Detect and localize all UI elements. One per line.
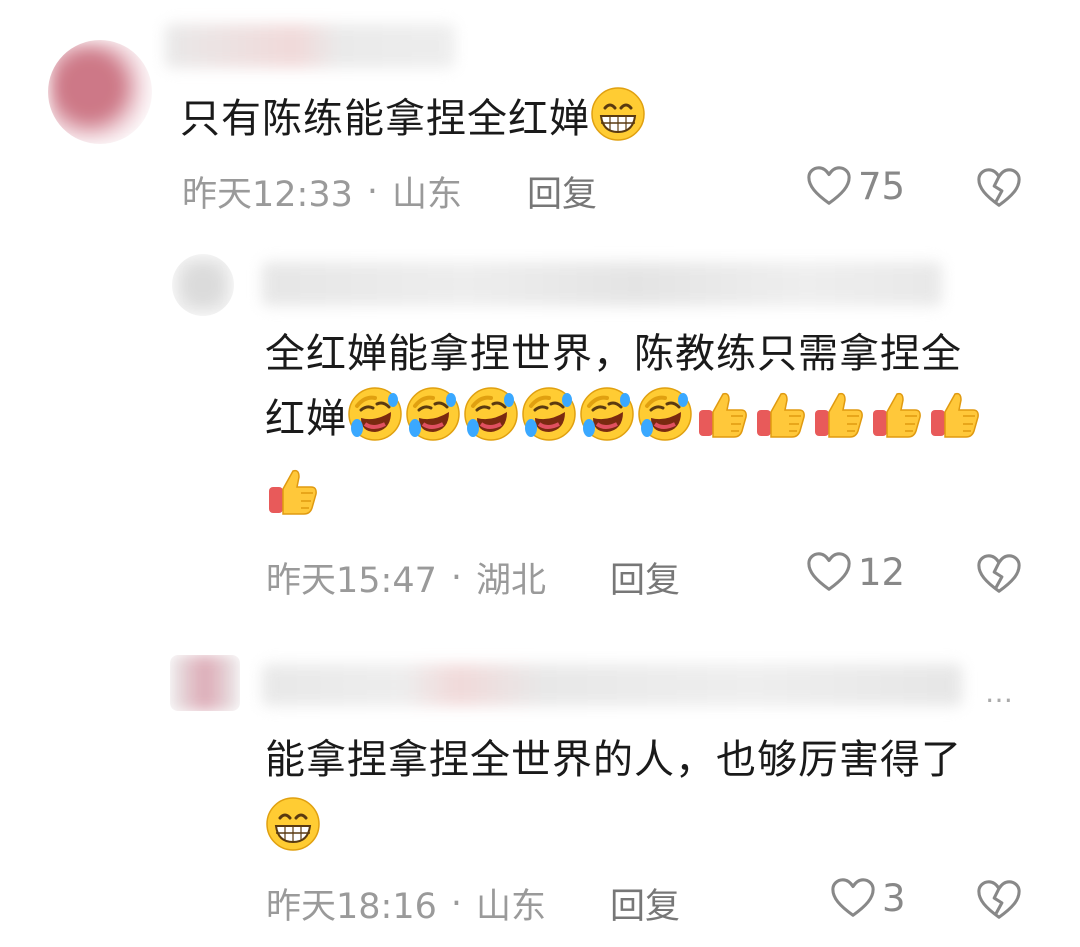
rofl-emoji: [347, 386, 403, 442]
username-blurred[interactable]: [262, 664, 962, 706]
header-ellipsis: …: [985, 676, 1013, 709]
comment-meta: 昨天15:47 · 湖北: [266, 552, 546, 603]
grin-emoji: [265, 796, 321, 852]
reply-button[interactable]: 回复: [610, 878, 680, 929]
rofl-emoji: [579, 386, 635, 442]
comment-text: 能拿捏拿捏全世界的人，也够厉害得了: [265, 728, 1055, 861]
reply-button[interactable]: 回复: [610, 552, 680, 603]
comment-text-line: [265, 463, 1045, 528]
broken-heart-icon: [976, 166, 1022, 210]
comment-text-line: 全红婵能拿捏世界，陈教练只需拿捏全: [265, 331, 962, 377]
reply-button[interactable]: 回复: [527, 166, 597, 217]
comment-text-line: [265, 796, 1055, 861]
thumbs-up-emoji: [811, 386, 867, 442]
comment-meta: 昨天18:16 · 山东: [266, 878, 546, 929]
heart-icon: [806, 550, 852, 594]
comment-text: 只有陈练能拿捏全红婵: [180, 86, 648, 151]
rofl-emoji: [521, 386, 577, 442]
like-button[interactable]: 3: [830, 876, 906, 920]
broken-heart-icon: [976, 878, 1022, 922]
comment-time: 昨天12:33: [182, 175, 353, 215]
comment-text: 全红婵能拿捏世界，陈教练只需拿捏全 红婵: [265, 322, 1045, 528]
username-blurred[interactable]: [165, 24, 455, 68]
like-count: 3: [882, 876, 906, 920]
thumbs-up-emoji: [753, 386, 809, 442]
rofl-emoji: [463, 386, 519, 442]
avatar[interactable]: [170, 655, 240, 711]
meta-separator: ·: [366, 171, 379, 212]
broken-heart-icon: [976, 552, 1022, 596]
thumbs-up-emoji: [869, 386, 925, 442]
avatar[interactable]: [48, 40, 152, 144]
heart-icon: [806, 164, 852, 208]
comment-location: 湖北: [476, 561, 547, 601]
dislike-button[interactable]: [976, 878, 1022, 926]
dislike-button[interactable]: [976, 552, 1022, 600]
like-count: 75: [858, 164, 906, 208]
meta-separator: ·: [450, 883, 463, 924]
comment-location: 山东: [476, 887, 547, 927]
rofl-emoji: [637, 386, 693, 442]
comment-time: 昨天15:47: [266, 561, 437, 601]
thumbs-up-emoji: [695, 386, 751, 442]
comment-location: 山东: [392, 175, 463, 215]
heart-icon: [830, 876, 876, 920]
avatar[interactable]: [172, 254, 234, 316]
meta-separator: ·: [450, 557, 463, 598]
comment-text-line: 红婵: [265, 386, 1045, 451]
like-button[interactable]: 75: [806, 164, 905, 208]
rofl-emoji: [405, 386, 461, 442]
like-count: 12: [858, 550, 906, 594]
thumbs-up-emoji: [265, 463, 321, 519]
dislike-button[interactable]: [976, 166, 1022, 214]
comment-time: 昨天18:16: [266, 887, 437, 927]
comment-meta: 昨天12:33 · 山东: [182, 166, 462, 217]
username-blurred[interactable]: [262, 262, 942, 306]
thumbs-up-emoji: [927, 386, 983, 442]
like-button[interactable]: 12: [806, 550, 905, 594]
comment-text-line: 能拿捏拿捏全世界的人，也够厉害得了: [265, 737, 962, 783]
grin-emoji: [590, 86, 646, 142]
